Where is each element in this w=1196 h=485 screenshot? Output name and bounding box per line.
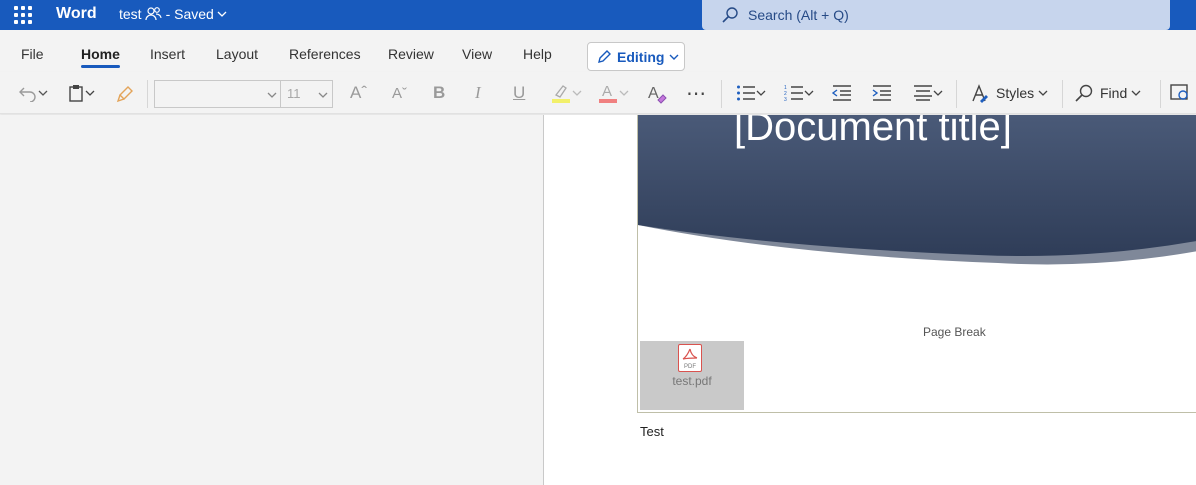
underline-button[interactable]: U xyxy=(513,80,525,106)
chevron-down-icon xyxy=(804,90,814,96)
search-icon xyxy=(1075,84,1093,102)
clear-formatting-button[interactable]: A xyxy=(646,80,668,106)
chevron-down-icon xyxy=(318,92,328,98)
toolbar-separator xyxy=(721,80,722,108)
tab-insert[interactable]: Insert xyxy=(150,46,185,62)
svg-text:3: 3 xyxy=(784,97,787,102)
font-color-icon: A xyxy=(599,83,617,103)
tab-references[interactable]: References xyxy=(289,46,361,62)
app-name[interactable]: Word xyxy=(56,5,97,23)
pdf-attachment[interactable]: PDF test.pdf xyxy=(640,341,744,410)
find-label: Find xyxy=(1100,85,1128,101)
svg-text:A: A xyxy=(602,83,612,100)
clear-formatting-icon: A xyxy=(648,85,667,104)
chevron-down-icon xyxy=(217,11,227,17)
shrink-font-icon: Aˇ xyxy=(392,84,407,102)
svg-text:A: A xyxy=(648,85,659,102)
tab-review[interactable]: Review xyxy=(388,46,434,62)
search-placeholder: Search (Alt + Q) xyxy=(748,7,849,23)
italic-button[interactable]: I xyxy=(475,80,481,106)
align-center-icon xyxy=(914,85,932,101)
format-painter-icon xyxy=(116,86,133,103)
toolbar-separator xyxy=(1062,80,1063,108)
title-bar: Word test - Saved Search (Alt + Q) xyxy=(0,0,1196,30)
chevron-down-icon xyxy=(933,90,943,96)
decrease-indent-button[interactable] xyxy=(832,80,852,106)
chevron-down-icon xyxy=(1038,90,1048,96)
highlight-button[interactable] xyxy=(550,80,582,106)
font-size-value: 11 xyxy=(287,86,301,101)
font-color-button[interactable]: A xyxy=(597,80,629,106)
tab-layout[interactable]: Layout xyxy=(216,46,258,62)
body-paragraph[interactable]: Test xyxy=(640,424,664,439)
shrink-font-button[interactable]: Aˇ xyxy=(392,80,407,106)
clipboard-icon xyxy=(69,85,83,102)
decrease-indent-icon xyxy=(832,85,851,101)
chevron-down-icon xyxy=(38,90,48,96)
bold-icon: B xyxy=(433,83,446,102)
numbered-list-icon: 123 xyxy=(784,85,803,102)
highlighter-icon xyxy=(552,85,570,103)
chevron-down-icon xyxy=(619,90,629,96)
page-break-label: Page Break xyxy=(923,325,986,339)
tab-view[interactable]: View xyxy=(462,46,492,62)
bullets-button[interactable] xyxy=(736,80,766,106)
chevron-down-icon xyxy=(85,90,95,96)
pdf-file-icon: PDF xyxy=(678,344,702,372)
shared-users-icon xyxy=(144,7,162,21)
format-painter-button[interactable] xyxy=(116,80,136,106)
more-options-button[interactable]: ⋯ xyxy=(686,80,707,106)
save-status: - Saved xyxy=(165,6,214,22)
alignment-button[interactable] xyxy=(913,80,943,106)
document-name-area[interactable]: test - Saved xyxy=(119,6,227,22)
toolbar-separator xyxy=(147,80,148,108)
cover-page[interactable]: [Document title] Page Break PDF test.pdf xyxy=(637,115,1196,413)
pdf-icon-text: PDF xyxy=(684,364,696,370)
attachment-filename: test.pdf xyxy=(672,374,712,388)
styles-icon xyxy=(972,84,988,103)
increase-indent-icon xyxy=(872,85,891,101)
increase-indent-button[interactable] xyxy=(872,80,892,106)
styles-label: Styles xyxy=(996,85,1035,101)
tab-file[interactable]: File xyxy=(21,46,44,62)
immersive-reader-icon xyxy=(1170,84,1188,100)
font-size-dropdown[interactable]: 11 xyxy=(280,80,333,108)
tab-home[interactable]: Home xyxy=(81,46,120,68)
chevron-down-icon xyxy=(669,54,679,60)
undo-button[interactable] xyxy=(18,80,48,106)
font-name-dropdown[interactable] xyxy=(154,80,282,108)
left-margin-area xyxy=(0,115,544,485)
app-launcher-icon[interactable] xyxy=(14,6,32,24)
toolbar-separator xyxy=(1160,80,1161,108)
grow-font-button[interactable]: Aˆ xyxy=(350,80,367,106)
italic-icon: I xyxy=(475,83,481,102)
chevron-down-icon xyxy=(267,92,277,98)
document-name: test xyxy=(119,6,142,22)
toolbar-separator xyxy=(956,80,957,108)
immersive-reader-button[interactable] xyxy=(1170,80,1192,106)
editing-mode-button[interactable]: Editing xyxy=(587,42,685,71)
tab-help[interactable]: Help xyxy=(523,46,552,62)
search-icon xyxy=(722,7,738,23)
styles-button[interactable]: Styles xyxy=(970,80,1048,106)
grow-font-icon: Aˆ xyxy=(350,83,367,102)
more-icon: ⋯ xyxy=(686,82,707,105)
chevron-down-icon xyxy=(1131,90,1141,96)
chevron-down-icon xyxy=(572,90,582,96)
bold-button[interactable]: B xyxy=(433,80,445,106)
underline-icon: U xyxy=(513,83,526,102)
document-canvas[interactable]: [Document title] Page Break PDF test.pdf… xyxy=(544,115,1196,485)
pencil-icon xyxy=(598,49,611,63)
chevron-down-icon xyxy=(756,90,766,96)
numbering-button[interactable]: 123 xyxy=(784,80,814,106)
search-box[interactable]: Search (Alt + Q) xyxy=(702,0,1170,30)
bullet-list-icon xyxy=(737,85,755,101)
find-button[interactable]: Find xyxy=(1074,80,1141,106)
editing-label: Editing xyxy=(617,48,665,65)
paste-button[interactable] xyxy=(67,80,95,106)
undo-icon xyxy=(19,87,36,102)
document-title-placeholder[interactable]: [Document title] xyxy=(734,115,1012,150)
